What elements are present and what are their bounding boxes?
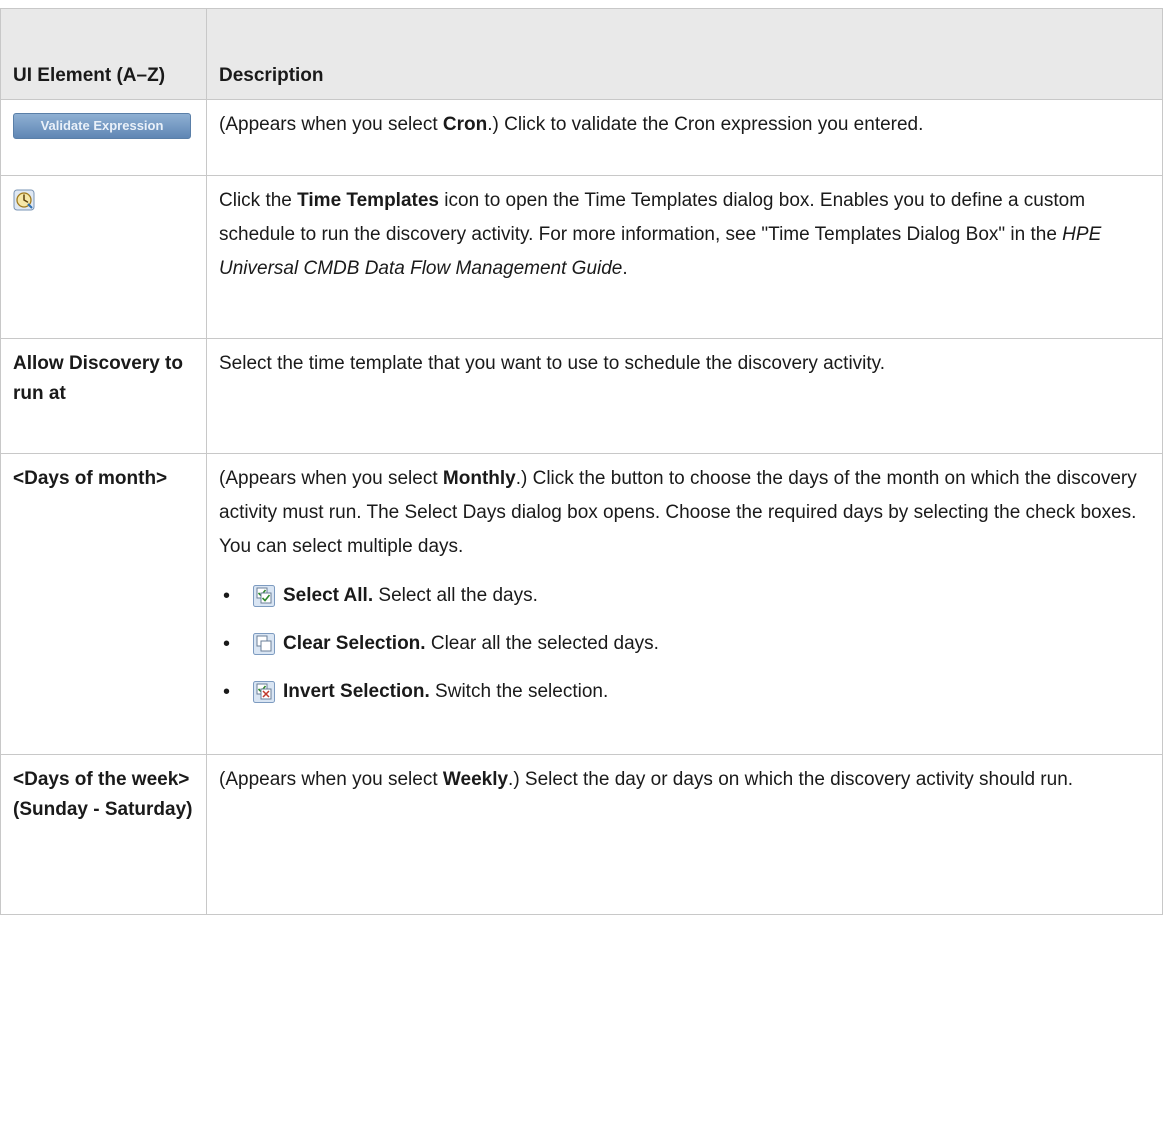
desc-bold-weekly: Weekly xyxy=(442,769,509,790)
header-ui-element: UI Element (A–Z) xyxy=(0,8,207,100)
header-description: Description xyxy=(206,8,1163,100)
list-item: • Invert Selection. Switch the selection… xyxy=(219,668,1156,716)
table-row: Click the Time Templates icon to open th… xyxy=(0,175,1163,339)
desc-paragraph: (Appears when you select Monthly.) Click… xyxy=(219,462,1156,564)
element-cell xyxy=(0,175,207,339)
desc-bold-cron: Cron xyxy=(442,114,488,135)
option-text: Clear all the selected days. xyxy=(425,633,659,654)
element-cell: Allow Discovery to run at xyxy=(0,338,207,454)
desc-bold-time-templates: Time Templates xyxy=(297,190,439,211)
desc-text: .) Select the day or days on which the d… xyxy=(508,769,1074,790)
ui-elements-table: UI Element (A–Z) Description Validate Ex… xyxy=(0,8,1163,915)
desc-text: (Appears when you select xyxy=(219,114,443,135)
list-item: • Clear Selection. Clear all the selecte… xyxy=(219,620,1156,668)
option-text: Select all the days. xyxy=(373,585,538,606)
validate-expression-button[interactable]: Validate Expression xyxy=(13,113,191,139)
table-row: <Days of month> (Appears when you select… xyxy=(0,453,1163,755)
element-cell: Validate Expression xyxy=(0,99,207,176)
desc-bold-monthly: Monthly xyxy=(442,468,516,489)
desc-text: (Appears when you select xyxy=(219,769,443,790)
clear-selection-icon[interactable] xyxy=(253,633,275,655)
table-row: <Days of the week> (Sunday - Saturday) (… xyxy=(0,754,1163,915)
bullet: • xyxy=(223,633,231,655)
option-label: Invert Selection. xyxy=(283,681,430,702)
list-item: • Select All. Select all the days. xyxy=(219,572,1156,620)
option-label: Clear Selection. xyxy=(283,633,426,654)
table-row: Validate Expression (Appears when you se… xyxy=(0,99,1163,176)
select-all-icon[interactable] xyxy=(253,585,275,607)
bullet: • xyxy=(223,681,231,703)
description-cell: (Appears when you select Weekly.) Select… xyxy=(206,754,1163,915)
description-cell: Select the time template that you want t… xyxy=(206,338,1163,454)
option-list: • Select All. Select all the days. • Cle… xyxy=(219,572,1156,716)
invert-selection-icon[interactable] xyxy=(253,681,275,703)
desc-text: .) Click to validate the Cron expression… xyxy=(487,114,924,135)
element-cell: <Days of month> xyxy=(0,453,207,755)
element-cell: <Days of the week> (Sunday - Saturday) xyxy=(0,754,207,915)
option-text: Switch the selection. xyxy=(429,681,609,702)
desc-text: (Appears when you select xyxy=(219,468,443,489)
description-cell: (Appears when you select Cron.) Click to… xyxy=(206,99,1163,176)
description-cell: Click the Time Templates icon to open th… xyxy=(206,175,1163,339)
desc-text: . xyxy=(622,258,628,279)
bullet: • xyxy=(223,585,231,607)
clock-icon[interactable] xyxy=(13,189,35,211)
table-header-row: UI Element (A–Z) Description xyxy=(0,8,1163,100)
option-label: Select All. xyxy=(283,585,374,606)
table-row: Allow Discovery to run at Select the tim… xyxy=(0,338,1163,454)
description-cell: (Appears when you select Monthly.) Click… xyxy=(206,453,1163,755)
desc-text: Click the xyxy=(219,190,298,211)
